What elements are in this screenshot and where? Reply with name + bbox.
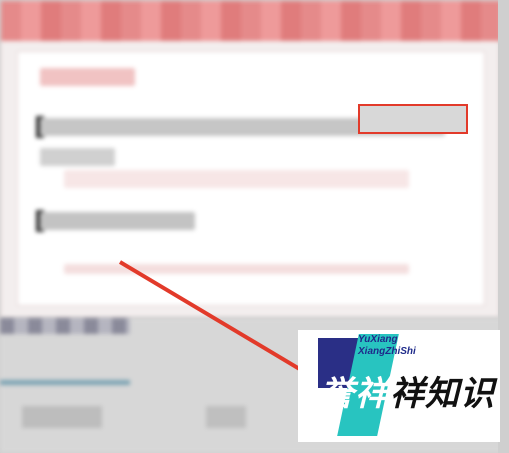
progress-line: [0, 380, 130, 385]
logo-char-2: 祥: [355, 375, 390, 413]
dialog-separator-2: [64, 264, 409, 274]
logo-char-1: 誉: [320, 375, 355, 413]
blurred-strip: [0, 318, 130, 334]
dialog-separator-1: [64, 170, 409, 188]
logo-chinese-text: 誉祥祥知识: [320, 366, 495, 415]
logo-char-rest: 祥知识: [390, 375, 495, 413]
dialog-body: [17, 51, 485, 306]
blurred-button-middle[interactable]: [206, 406, 246, 428]
blurred-dialog: [0, 0, 501, 318]
logo-latin-text-1: YuXiang: [358, 334, 398, 345]
highlighted-confirm-button[interactable]: [358, 104, 468, 134]
dialog-title-bar: [1, 1, 501, 41]
dialog-text-line-1-continuation-blurred: [40, 148, 115, 166]
blurred-button-left[interactable]: [22, 406, 102, 428]
dialog-text-line-2-blurred: [40, 212, 195, 230]
logo-latin-text-2: XiangZhiShi: [358, 346, 416, 357]
dialog-heading-blurred: [40, 68, 135, 86]
watermark-logo: YuXiang XiangZhiShi 誉祥祥知识: [298, 330, 500, 442]
